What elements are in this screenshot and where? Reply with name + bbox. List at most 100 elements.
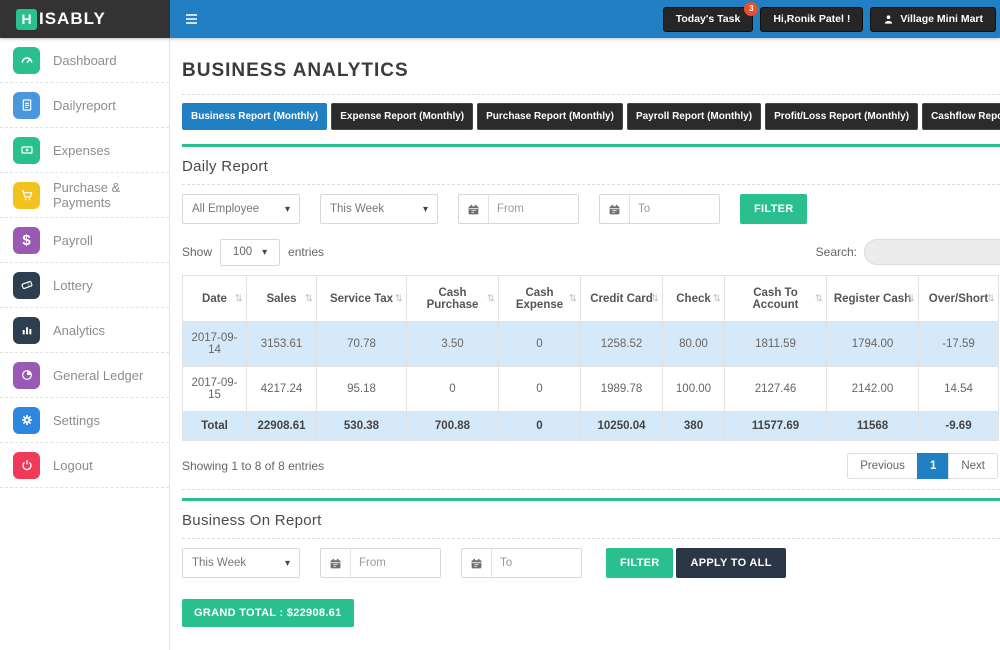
logo-text: ISABLY <box>39 9 106 28</box>
col-header-credit-card[interactable]: Credit Card ⇅ <box>580 275 663 322</box>
chevron-down-icon: ▾ <box>262 246 268 258</box>
col-header-over-short[interactable]: Over/Short ⇅ <box>918 275 999 322</box>
tab-payroll-report[interactable]: Payroll Report (Monthly) <box>626 103 762 130</box>
employee-select[interactable]: All Employee ▾ <box>182 194 300 224</box>
expenses-icon <box>13 136 40 164</box>
sidebar-item-analytics[interactable]: Analytics <box>0 308 169 353</box>
col-header-cash-to-account[interactable]: Cash To Account ⇅ <box>724 275 827 322</box>
sort-icon[interactable]: ⇅ <box>487 293 495 304</box>
sidebar-item-label: Analytics <box>53 322 106 338</box>
person-icon <box>883 14 894 25</box>
sort-icon[interactable]: ⇅ <box>305 293 313 304</box>
calendar-icon[interactable] <box>321 549 351 577</box>
logo-h-mark: H <box>16 8 37 30</box>
user-greeting-button[interactable]: Hi,Ronik Patel ! <box>760 6 864 32</box>
sort-icon[interactable]: ⇅ <box>907 293 915 304</box>
sort-icon[interactable]: ⇅ <box>815 293 823 304</box>
sidebar-item-lottery[interactable]: Lottery <box>0 263 169 308</box>
sidebar-item-dailyreport[interactable]: Dailyreport <box>0 83 169 128</box>
sidebar-item-purchase-payments[interactable]: Purchase & Payments <box>0 173 169 218</box>
tab-expense-report[interactable]: Expense Report (Monthly) <box>331 103 474 130</box>
from-date-input[interactable] <box>351 549 439 577</box>
sidebar: Dashboard Dailyreport Expenses Purchase … <box>0 38 170 650</box>
show-label: Show <box>182 245 213 259</box>
section-rule <box>182 498 1000 501</box>
daily-report-heading: Daily Report <box>182 158 269 175</box>
col-header-sales[interactable]: Sales ⇅ <box>246 275 317 322</box>
page-number-button[interactable]: 1 <box>916 453 950 479</box>
topbar-actions: Today's Task 3 Hi,Ronik Patel ! Village … <box>662 1 1000 32</box>
to-date-group <box>599 194 720 224</box>
sidebar-item-label: Dailyreport <box>53 97 116 113</box>
from-date-input[interactable] <box>489 195 577 223</box>
sidebar-item-dashboard[interactable]: Dashboard <box>0 38 169 83</box>
next-page-button[interactable]: Next <box>948 453 998 479</box>
tab-profit-loss-report[interactable]: Profit/Loss Report (Monthly) <box>765 103 919 130</box>
topbar: H ISABLY Today's Task 3 Hi,Ronik Patel !… <box>0 0 1000 38</box>
to-date-input[interactable] <box>630 195 718 223</box>
page-title: BUSINESS ANALYTICS <box>182 60 409 81</box>
table-controls: Show 100 ▾ entries Search: <box>182 237 1000 267</box>
sidebar-item-label: Expenses <box>53 142 111 158</box>
sidebar-item-general-ledger[interactable]: General Ledger <box>0 353 169 398</box>
to-date-group <box>461 548 582 578</box>
sort-icon[interactable]: ⇅ <box>651 293 659 304</box>
business-report-filters: This Week ▾ FILTER APPLY TO ALL <box>182 548 1000 578</box>
store-label: Village Mini Mart <box>900 13 983 25</box>
search-input[interactable] <box>864 239 1000 265</box>
period-select[interactable]: This Week ▾ <box>320 194 438 224</box>
sidebar-item-label: Purchase & Payments <box>53 180 121 210</box>
tab-business-report[interactable]: Business Report (Monthly) <box>182 103 328 130</box>
tab-cashflow-report[interactable]: Cashflow Report (Monthly) <box>922 103 1000 130</box>
brand-logo[interactable]: H ISABLY <box>0 0 170 38</box>
todays-task-button[interactable]: Today's Task 3 <box>662 1 759 32</box>
table-row[interactable]: 2017-09-14 3153.61 70.78 3.50 0 1258.52 … <box>182 321 999 367</box>
todays-task-label: Today's Task <box>675 13 741 25</box>
previous-page-button[interactable]: Previous <box>847 453 918 479</box>
col-header-check[interactable]: Check ⇅ <box>662 275 725 322</box>
entries-select[interactable]: 100 ▾ <box>220 238 281 266</box>
app-screen: H ISABLY Today's Task 3 Hi,Ronik Patel !… <box>0 0 1000 650</box>
table-row[interactable]: 2017-09-15 4217.24 95.18 0 0 1989.78 100… <box>182 366 999 412</box>
sidebar-item-label: Payroll <box>53 232 93 248</box>
sort-icon[interactable]: ⇅ <box>395 293 403 304</box>
main-content: BUSINESS ANALYTICS Business Report (Mont… <box>170 38 1000 650</box>
divider <box>182 538 1000 539</box>
daily-report-table: Date ⇅ Sales ⇅ Service Tax ⇅ Cash Purchase ⇅… <box>182 275 999 441</box>
sort-icon[interactable]: ⇅ <box>987 293 995 304</box>
search-area: Search: <box>816 239 1000 265</box>
entries-info: Showing 1 to 8 of 8 entries <box>182 459 325 473</box>
filter-button[interactable]: FILTER <box>740 194 808 224</box>
apply-to-all-button[interactable]: APPLY TO ALL <box>676 548 786 578</box>
sort-icon[interactable]: ⇅ <box>713 293 721 304</box>
period-select[interactable]: This Week ▾ <box>182 548 300 578</box>
col-header-date[interactable]: Date ⇅ <box>182 275 247 322</box>
col-header-register-cash[interactable]: Register Cash ⇅ <box>826 275 919 322</box>
from-date-group <box>320 548 441 578</box>
pagination: Previous 1 Next <box>847 453 998 479</box>
filter-button[interactable]: FILTER <box>606 548 674 578</box>
tab-purchase-report[interactable]: Purchase Report (Monthly) <box>477 103 623 130</box>
grand-total-badge: GRAND TOTAL : $22908.61 <box>182 599 354 627</box>
sort-icon[interactable]: ⇅ <box>235 293 243 304</box>
search-label: Search: <box>815 245 857 259</box>
table-total-row: Total 22908.61 530.38 700.88 0 10250.04 … <box>182 411 999 441</box>
sidebar-item-expenses[interactable]: Expenses <box>0 128 169 173</box>
col-header-service-tax[interactable]: Service Tax ⇅ <box>316 275 407 322</box>
sidebar-item-label: Logout <box>53 457 93 473</box>
sort-icon[interactable]: ⇅ <box>569 293 577 304</box>
chevron-down-icon: ▾ <box>284 203 290 215</box>
dashboard-icon <box>13 46 40 74</box>
sidebar-item-payroll[interactable]: $ Payroll <box>0 218 169 263</box>
calendar-icon[interactable] <box>459 195 489 223</box>
calendar-icon[interactable] <box>600 195 630 223</box>
sidebar-item-label: Dashboard <box>53 52 117 68</box>
col-header-cash-expense[interactable]: Cash Expense ⇅ <box>498 275 581 322</box>
sidebar-item-settings[interactable]: Settings <box>0 398 169 443</box>
to-date-input[interactable] <box>492 549 580 577</box>
menu-toggle-icon[interactable] <box>186 14 197 24</box>
sidebar-item-logout[interactable]: Logout <box>0 443 169 488</box>
store-button[interactable]: Village Mini Mart <box>870 6 996 32</box>
col-header-cash-purchase[interactable]: Cash Purchase ⇅ <box>406 275 499 322</box>
calendar-icon[interactable] <box>462 549 492 577</box>
